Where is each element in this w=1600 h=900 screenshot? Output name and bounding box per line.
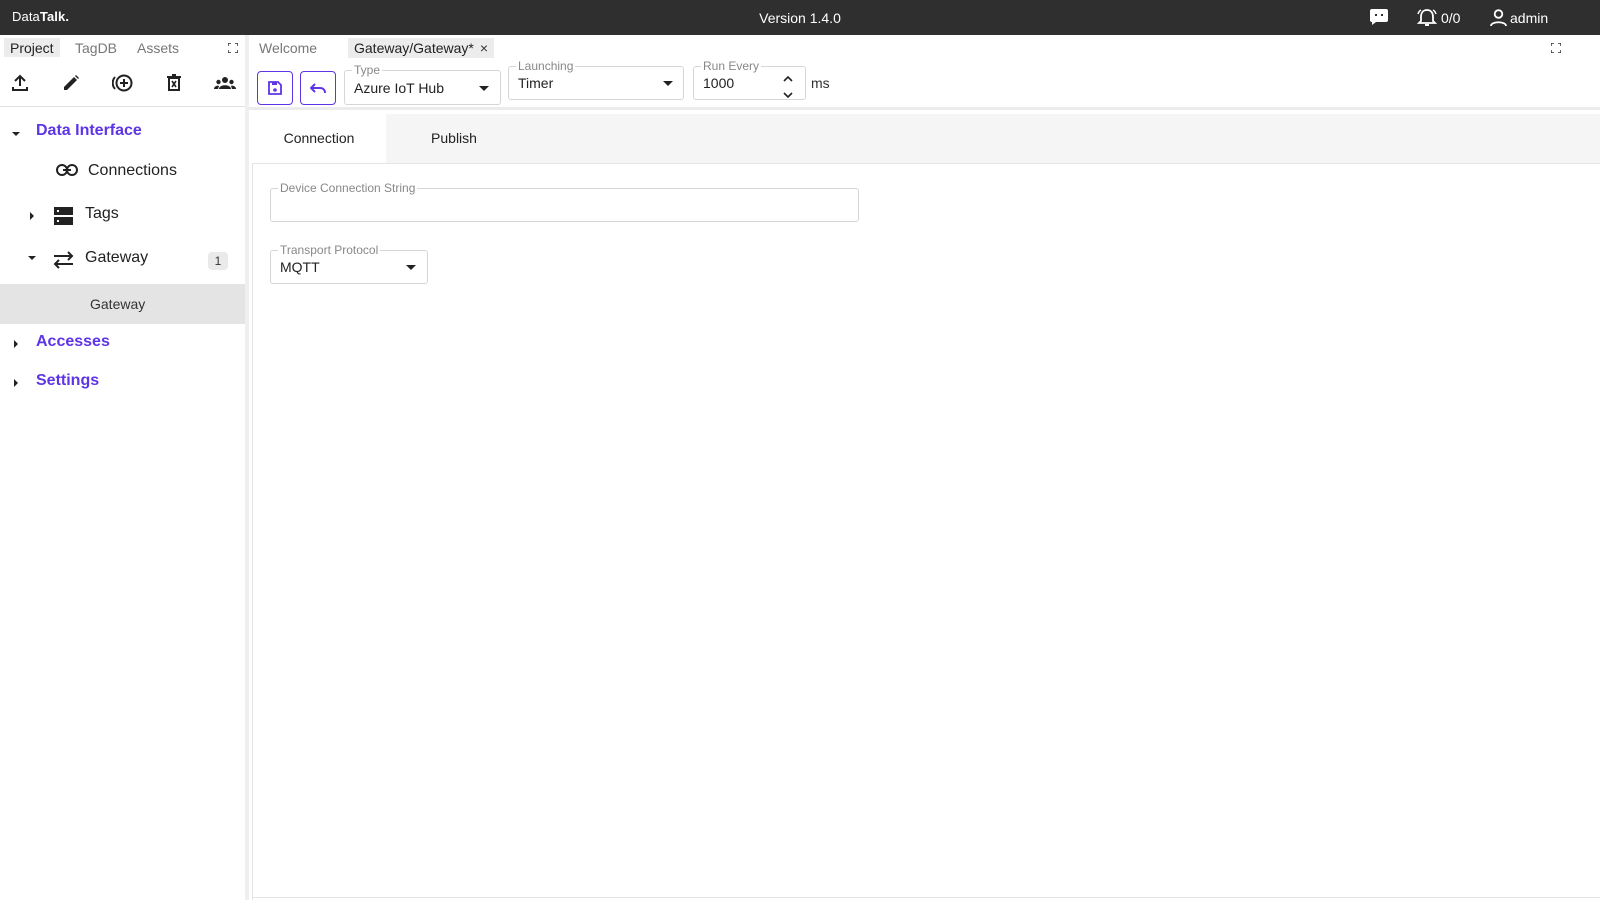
device-connection-string-label: Device Connection String: [278, 181, 418, 195]
tree-label-settings[interactable]: Settings: [36, 372, 99, 390]
content-tabs: Connection Publish: [252, 114, 1600, 164]
tree-section-accesses[interactable]: Accesses: [0, 327, 245, 359]
top-bar: DataTalk. Version 1.4.0 0/0 admin: [0, 0, 1600, 35]
tree-item-tags[interactable]: Tags: [0, 197, 245, 233]
caret-right-icon[interactable]: [11, 375, 21, 387]
upload-icon[interactable]: [10, 73, 30, 93]
tree-item-gateway-child[interactable]: Gateway: [0, 284, 245, 324]
panel-divider[interactable]: [245, 35, 249, 900]
add-circle-icon[interactable]: [111, 73, 133, 93]
dropdown-arrow-icon[interactable]: [479, 86, 489, 91]
run-every-unit: ms: [811, 75, 830, 91]
chat-icon[interactable]: [1370, 9, 1388, 27]
doc-tab-gateway-label[interactable]: Gateway/Gateway*: [354, 40, 474, 56]
edit-icon[interactable]: [61, 73, 81, 93]
tab-connection[interactable]: Connection: [252, 114, 386, 163]
tree-item-gateway[interactable]: Gateway 1: [0, 241, 245, 277]
user-icon[interactable]: [1490, 9, 1507, 27]
doc-tab-welcome[interactable]: Welcome: [253, 38, 323, 58]
caret-down-icon[interactable]: [11, 126, 21, 136]
caret-right-icon[interactable]: [11, 336, 21, 348]
transport-protocol-label: Transport Protocol: [278, 243, 381, 257]
link-icon: [56, 163, 78, 182]
content-bottom-border: [252, 897, 1600, 898]
run-every-value[interactable]: 1000: [703, 75, 734, 91]
tree-label-gateway[interactable]: Gateway: [85, 249, 148, 267]
tab-project[interactable]: Project: [4, 38, 60, 57]
transport-protocol-value[interactable]: MQTT: [280, 259, 320, 275]
launching-select[interactable]: Launching Timer: [508, 59, 684, 100]
user-name[interactable]: admin: [1510, 10, 1548, 26]
transport-protocol-select[interactable]: Transport Protocol MQTT: [270, 243, 428, 284]
tree-label-data-interface[interactable]: Data Interface: [36, 122, 142, 140]
type-value[interactable]: Azure IoT Hub: [354, 80, 444, 96]
run-every-input[interactable]: Run Every 1000: [693, 59, 806, 100]
dropdown-arrow-icon[interactable]: [663, 81, 673, 86]
expand-icon[interactable]: [1550, 40, 1563, 54]
tree-section-data-interface[interactable]: Data Interface: [0, 115, 245, 147]
undo-button[interactable]: [300, 71, 336, 105]
document-tabs: Welcome Gateway/Gateway* ×: [249, 35, 1600, 58]
close-icon[interactable]: ×: [480, 40, 488, 56]
undo-icon: [310, 83, 326, 94]
tab-tagdb[interactable]: TagDB: [69, 38, 123, 57]
tab-publish[interactable]: Publish: [386, 114, 522, 163]
alarm-bell-icon[interactable]: [1416, 9, 1438, 27]
doc-tab-gateway[interactable]: Gateway/Gateway* ×: [348, 38, 495, 58]
connection-form: Device Connection String Transport Proto…: [252, 164, 1600, 900]
type-label: Type: [352, 63, 383, 77]
tree-label-accesses[interactable]: Accesses: [36, 333, 110, 351]
gateway-count-badge: 1: [208, 252, 228, 270]
project-panel: Project TagDB Assets Data Interface Conn…: [0, 35, 245, 900]
project-toolbar: [0, 59, 245, 107]
launching-label: Launching: [516, 59, 576, 73]
caret-right-icon[interactable]: [27, 208, 37, 220]
expand-icon[interactable]: [227, 40, 240, 54]
app-version: Version 1.4.0: [759, 10, 841, 26]
tab-assets[interactable]: Assets: [131, 38, 185, 57]
stepper-down-icon[interactable]: [783, 86, 793, 104]
alarm-count[interactable]: 0/0: [1441, 10, 1460, 26]
swap-icon: [53, 251, 74, 274]
delete-icon[interactable]: [164, 73, 184, 93]
tree-item-connections[interactable]: Connections: [0, 153, 245, 189]
tree-label-connections[interactable]: Connections: [88, 162, 177, 180]
tree-label-gateway-child[interactable]: Gateway: [90, 296, 145, 312]
storage-icon: [54, 207, 73, 230]
group-icon[interactable]: [214, 73, 236, 93]
launching-value[interactable]: Timer: [518, 75, 553, 91]
device-connection-string-field[interactable]: Device Connection String: [270, 181, 859, 222]
dropdown-arrow-icon[interactable]: [406, 265, 416, 270]
tree-section-settings[interactable]: Settings: [0, 366, 245, 398]
run-every-label: Run Every: [701, 59, 762, 73]
project-tabs: Project TagDB Assets: [0, 35, 245, 58]
tree-label-tags[interactable]: Tags: [85, 205, 119, 223]
gateway-toolbar: Type Azure IoT Hub Launching Timer Run E…: [249, 58, 1600, 110]
caret-down-icon[interactable]: [27, 250, 37, 260]
save-icon: [268, 81, 282, 95]
type-select[interactable]: Type Azure IoT Hub: [344, 63, 501, 105]
save-button[interactable]: [257, 71, 293, 105]
